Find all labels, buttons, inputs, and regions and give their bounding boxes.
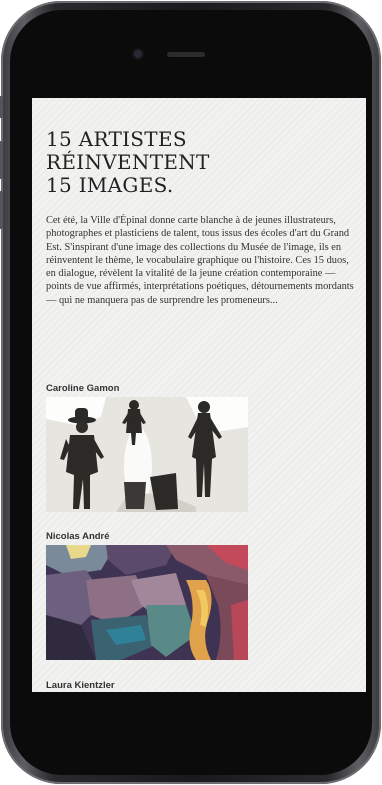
artist-name[interactable]: Nicolas André [46,531,248,542]
title-line-2: RÉINVENTENT [46,150,210,174]
title-line-3: 15 IMAGES. [46,173,174,197]
web-page-screen[interactable]: 15 ARTISTES RÉINVENTENT 15 IMAGES. Cet é… [32,98,366,692]
artist-card-nicolas-andre[interactable]: Nicolas André [46,531,248,660]
artist-name[interactable]: Laura Kientzler [46,680,115,691]
artwork-image-folk-figures[interactable] [46,397,248,512]
colorful-landscape-illustration [46,545,248,660]
artist-card-caroline-gamon[interactable]: Caroline Gamon [46,383,248,512]
title-line-1: 15 ARTISTES [46,127,187,151]
front-camera-icon [134,50,142,58]
volume-down-button [0,191,3,229]
intro-paragraph: Cet été, la Ville d'Épinal donne carte b… [46,215,354,306]
earpiece-speaker [167,52,205,57]
page-title: 15 ARTISTES RÉINVENTENT 15 IMAGES. [46,128,356,197]
mute-switch [0,96,3,118]
page-content: 15 ARTISTES RÉINVENTENT 15 IMAGES. Cet é… [46,128,356,307]
folk-figures-illustration [46,397,248,512]
artist-card-laura-kientzler[interactable]: Laura Kientzler [46,680,115,692]
artist-name[interactable]: Caroline Gamon [46,383,248,394]
volume-up-button [0,141,3,179]
artwork-image-landscape[interactable] [46,545,248,660]
